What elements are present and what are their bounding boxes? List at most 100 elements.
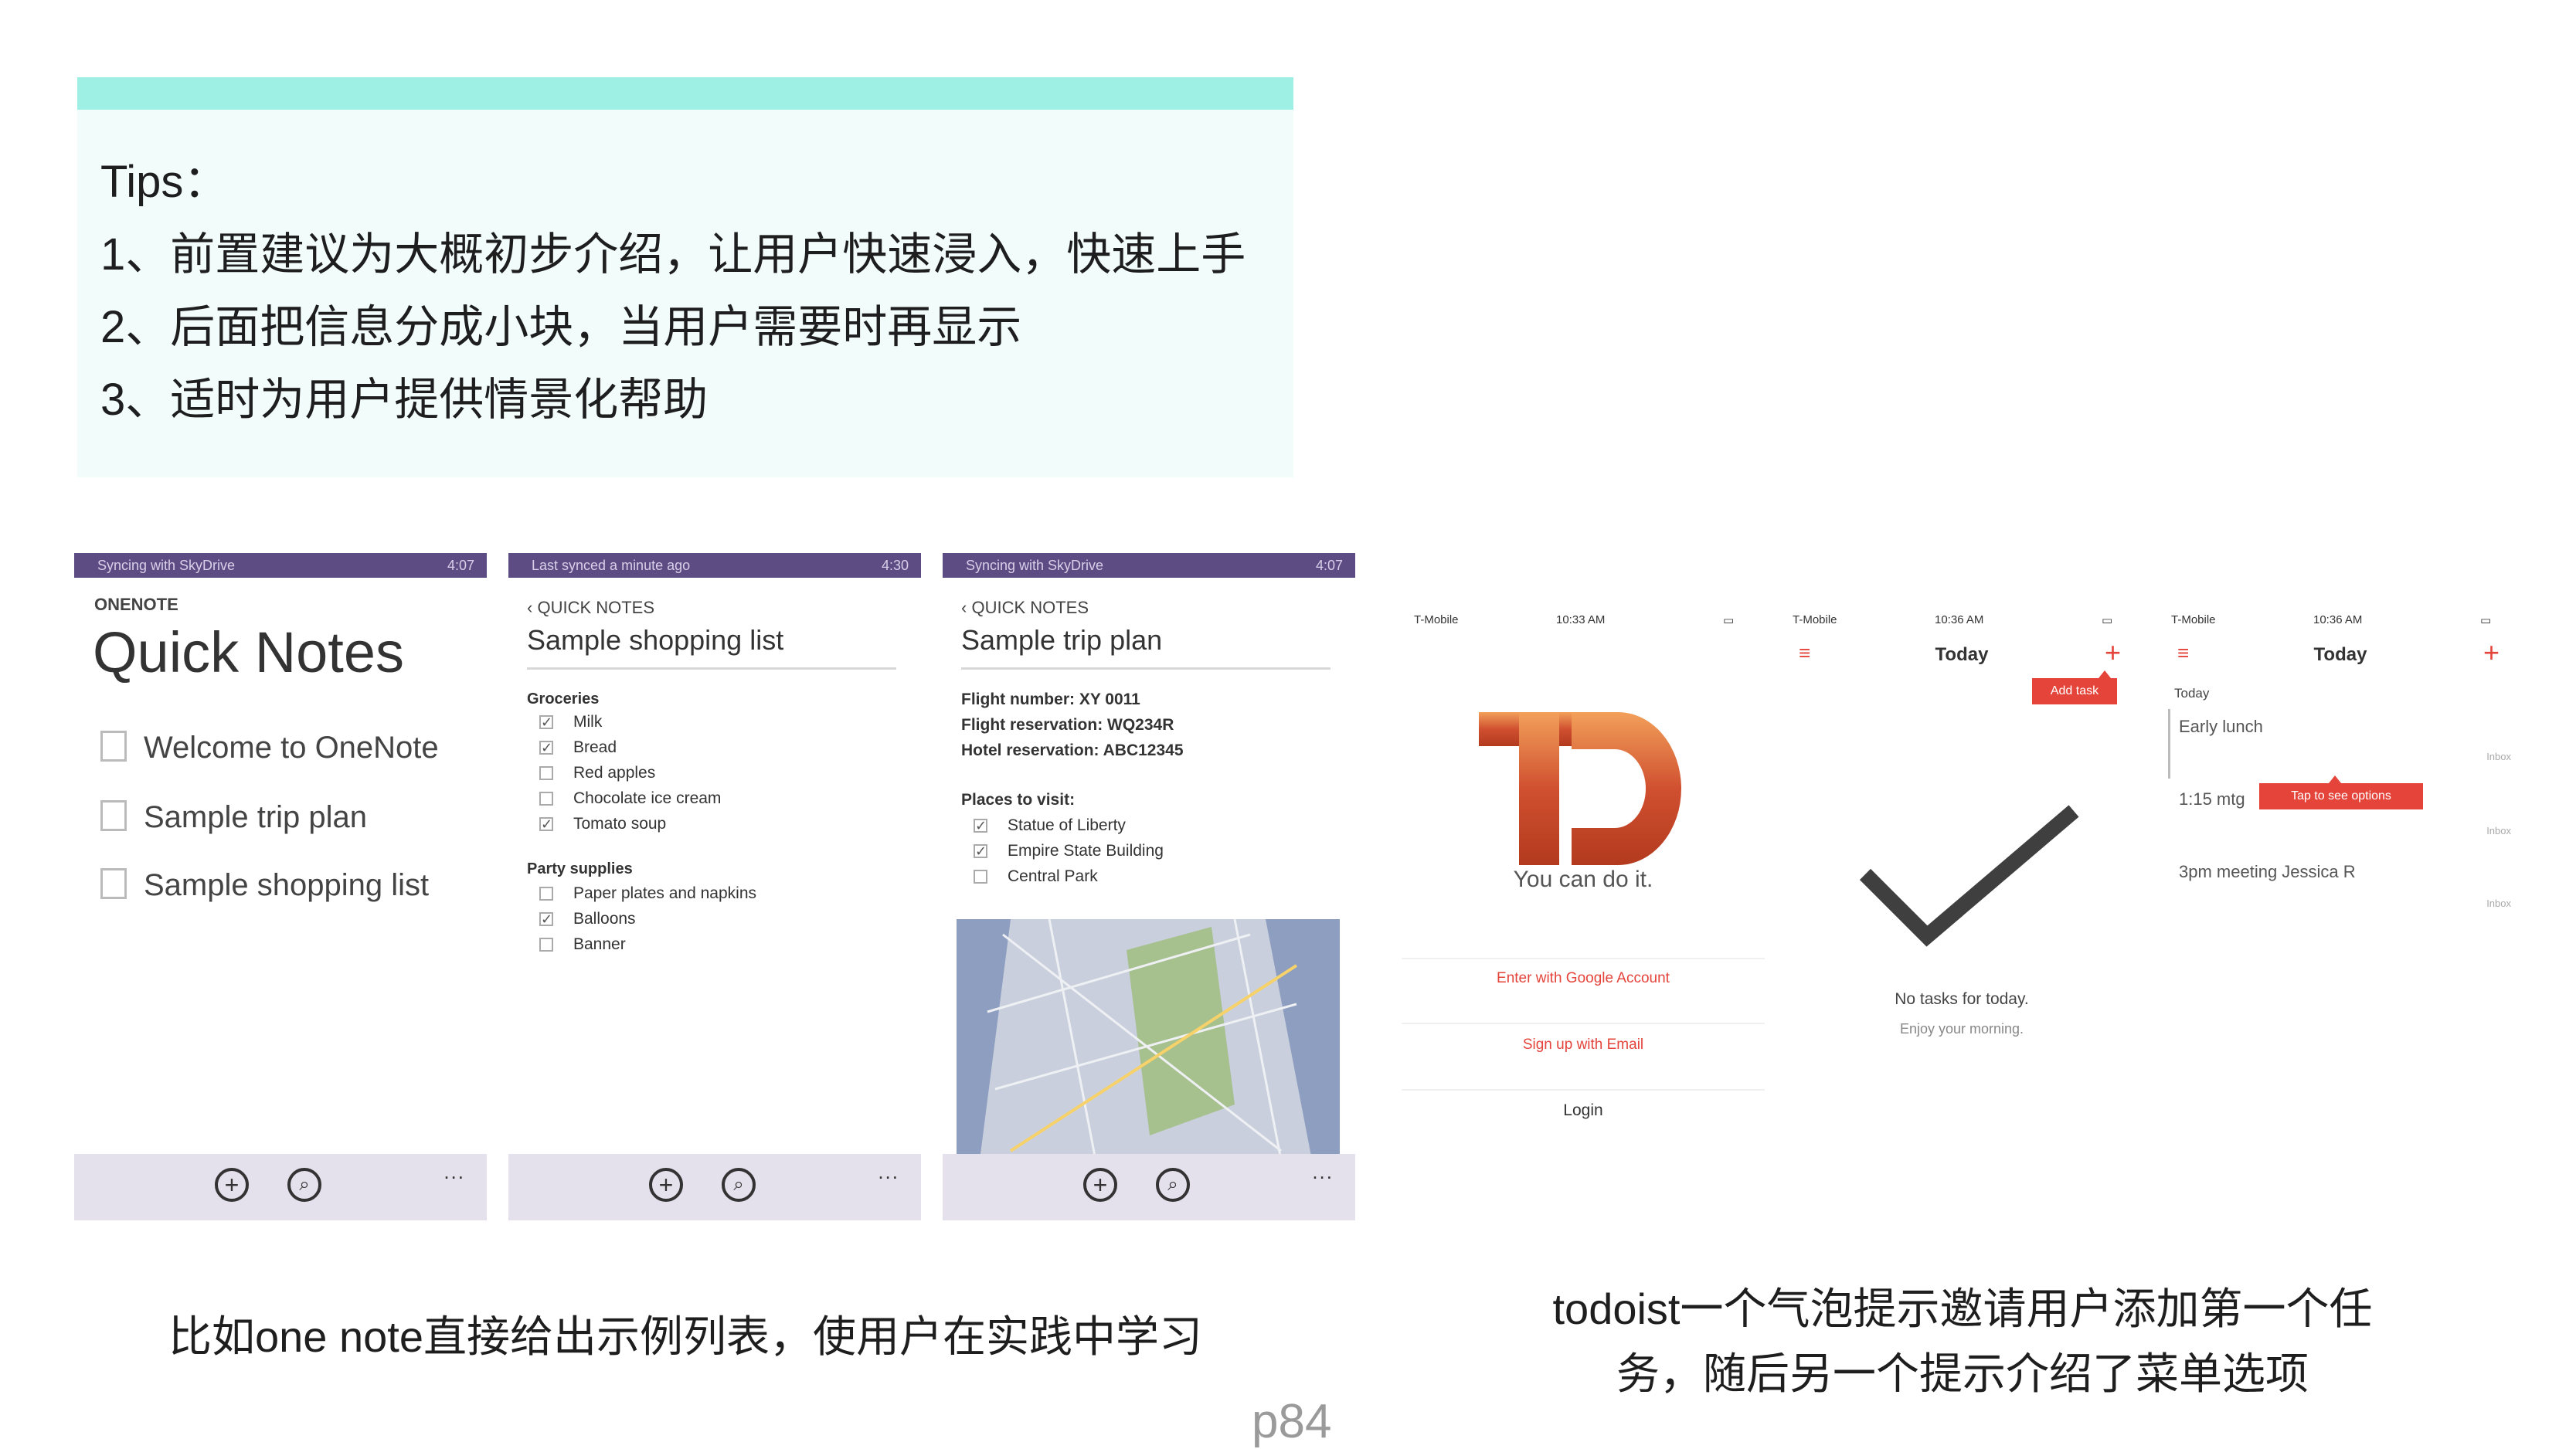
checkbox[interactable] bbox=[539, 938, 553, 952]
tips-header-bar bbox=[77, 77, 1293, 110]
search-icon[interactable]: ⌕ bbox=[1156, 1168, 1190, 1202]
note-item[interactable]: Sample trip plan bbox=[144, 800, 367, 835]
google-signin-button[interactable]: Enter with Google Account bbox=[1402, 970, 1765, 987]
back-label: QUICK NOTES bbox=[537, 598, 655, 617]
trip-detail: Hotel reservation: ABC12345 bbox=[961, 741, 1184, 759]
divider bbox=[1402, 958, 1765, 959]
task-project: Inbox bbox=[2486, 825, 2511, 836]
app-bar: + ⌕ ... bbox=[74, 1154, 487, 1220]
task-item[interactable]: 1:15 mtg bbox=[2179, 789, 2245, 809]
back-link[interactable]: ‹ QUICK NOTES bbox=[527, 598, 654, 618]
carrier: T-Mobile bbox=[2171, 613, 2216, 626]
caption-todoist-line1: todoist一个气泡提示邀请用户添加第一个任 bbox=[1552, 1284, 2373, 1333]
checkbox-checked[interactable]: ✓ bbox=[539, 912, 553, 926]
more-icon[interactable]: ... bbox=[878, 1160, 899, 1184]
carrier: T-Mobile bbox=[1414, 613, 1459, 626]
status-bar: Syncing with SkyDrive 4:07 bbox=[74, 553, 487, 578]
checkbox[interactable] bbox=[539, 792, 553, 806]
back-link[interactable]: ‹ QUICK NOTES bbox=[961, 598, 1089, 618]
checkbox[interactable] bbox=[974, 870, 987, 884]
add-task-icon[interactable]: + bbox=[2105, 636, 2121, 669]
status-bar: Syncing with SkyDrive 4:07 bbox=[943, 553, 1355, 578]
note-icon bbox=[100, 868, 127, 899]
section-header: Groceries bbox=[527, 691, 600, 708]
page-title: Today bbox=[2313, 644, 2367, 665]
search-icon[interactable]: ⌕ bbox=[722, 1168, 756, 1202]
email-signup-button[interactable]: Sign up with Email bbox=[1402, 1037, 1765, 1054]
battery-icon: ▭ bbox=[2480, 614, 2492, 627]
trip-detail: Flight reservation: WQ234R bbox=[961, 716, 1174, 734]
note-item[interactable]: Sample shopping list bbox=[144, 868, 429, 903]
trip-detail: Flight number: XY 0011 bbox=[961, 691, 1140, 708]
tips-item: 3、适时为用户提供情景化帮助 bbox=[100, 375, 709, 425]
note-title: Sample shopping list bbox=[527, 624, 784, 656]
list-item: Banner bbox=[573, 935, 626, 953]
app-bar: + ⌕ ... bbox=[943, 1154, 1355, 1220]
todoist-screen-welcome: T-Mobile 10:33 AM ▭ You can do it. Enter… bbox=[1402, 607, 1765, 1140]
more-icon[interactable]: ... bbox=[1312, 1160, 1334, 1184]
clock: 10:36 AM bbox=[2313, 613, 2363, 626]
map-image[interactable] bbox=[957, 919, 1340, 1160]
note-title: Sample trip plan bbox=[961, 624, 1163, 656]
list-item: Chocolate ice cream bbox=[573, 789, 722, 807]
battery-icon: ▭ bbox=[2102, 614, 2113, 627]
task-options-tooltip[interactable]: Tap to see options bbox=[2259, 783, 2423, 809]
checkbox-checked[interactable]: ✓ bbox=[974, 819, 987, 833]
add-icon[interactable]: + bbox=[215, 1168, 249, 1202]
map-graphic bbox=[957, 919, 1340, 1160]
status-bar: T-Mobile 10:33 AM ▭ bbox=[1402, 613, 1765, 632]
title-divider bbox=[527, 667, 896, 670]
checkbox-checked[interactable]: ✓ bbox=[974, 844, 987, 858]
task-item[interactable]: 3pm meeting Jessica R bbox=[2179, 862, 2356, 882]
divider bbox=[1402, 1023, 1765, 1024]
note-icon bbox=[100, 800, 127, 831]
clock: 4:07 bbox=[447, 558, 474, 573]
note-item[interactable]: Welcome to OneNote bbox=[144, 731, 439, 765]
tips-item: 2、后面把信息分成小块，当用户需要时再显示 bbox=[100, 302, 1022, 352]
app-bar: + ⌕ ... bbox=[508, 1154, 921, 1220]
task-project: Inbox bbox=[2486, 751, 2511, 762]
back-label: QUICK NOTES bbox=[971, 598, 1089, 617]
add-task-icon[interactable]: + bbox=[2483, 636, 2500, 669]
clock: 4:30 bbox=[881, 558, 909, 573]
list-item: Balloons bbox=[573, 910, 636, 928]
empty-subtitle: Enjoy your morning. bbox=[1899, 1021, 2024, 1037]
list-item: Central Park bbox=[1008, 867, 1098, 885]
add-icon[interactable]: + bbox=[1083, 1168, 1117, 1202]
empty-title: No tasks for today. bbox=[1895, 990, 2029, 1008]
task-indicator bbox=[2168, 709, 2170, 779]
sync-status: Syncing with SkyDrive bbox=[97, 558, 236, 573]
add-icon[interactable]: + bbox=[649, 1168, 683, 1202]
sync-status: Syncing with SkyDrive bbox=[966, 558, 1104, 573]
todoist-logo-icon bbox=[1479, 712, 1681, 865]
checkbox[interactable] bbox=[539, 887, 553, 901]
list-item: Statue of Liberty bbox=[1008, 816, 1126, 834]
login-button[interactable]: Login bbox=[1402, 1101, 1765, 1120]
checkmark-icon bbox=[1859, 805, 2079, 947]
carrier: T-Mobile bbox=[1793, 613, 1837, 626]
checkbox[interactable] bbox=[539, 766, 553, 780]
checkbox-checked[interactable]: ✓ bbox=[539, 741, 553, 755]
status-bar: T-Mobile 10:36 AM ▭ bbox=[2159, 613, 2522, 632]
task-item[interactable]: Early lunch bbox=[2179, 717, 2263, 737]
app-label: ONENOTE bbox=[94, 595, 178, 614]
onenote-screen-shopping-list: Last synced a minute ago 4:30 ‹ QUICK NO… bbox=[508, 553, 921, 1220]
section-header: Today bbox=[2174, 686, 2210, 701]
list-item: Milk bbox=[573, 713, 603, 731]
clock: 10:36 AM bbox=[1935, 613, 1984, 626]
caption-todoist-line2: 务，随后另一个提示介绍了菜单选项 bbox=[1616, 1349, 2309, 1398]
list-item: Red apples bbox=[573, 764, 656, 782]
status-bar: Last synced a minute ago 4:30 bbox=[508, 553, 921, 578]
tips-title: Tips： bbox=[100, 157, 229, 207]
onenote-screen-trip-plan: Syncing with SkyDrive 4:07 ‹ QUICK NOTES… bbox=[943, 553, 1355, 1220]
add-task-tooltip[interactable]: Add task bbox=[2032, 678, 2117, 704]
list-item: Bread bbox=[573, 738, 617, 756]
section-header: Places to visit: bbox=[961, 791, 1076, 809]
sync-status: Last synced a minute ago bbox=[532, 558, 691, 573]
checkbox-checked[interactable]: ✓ bbox=[539, 715, 553, 729]
checkbox-checked[interactable]: ✓ bbox=[539, 817, 553, 831]
search-icon[interactable]: ⌕ bbox=[287, 1168, 321, 1202]
more-icon[interactable]: ... bbox=[443, 1160, 465, 1184]
battery-icon: ▭ bbox=[1723, 614, 1735, 627]
status-bar: T-Mobile 10:36 AM ▭ bbox=[1780, 613, 2143, 632]
